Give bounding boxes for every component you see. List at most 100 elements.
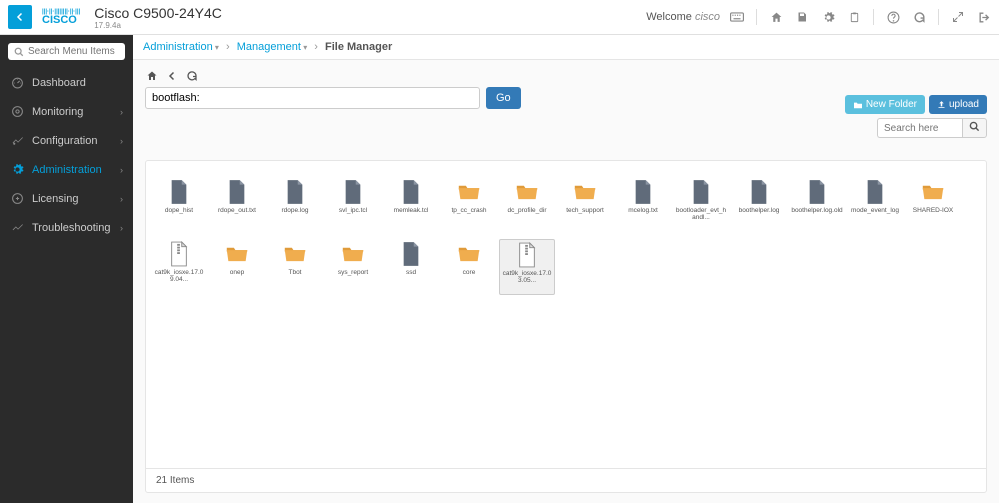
path-input[interactable] <box>145 87 480 109</box>
header-icon-bar <box>730 9 991 25</box>
sidebar-item-label: Licensing <box>32 193 78 205</box>
file-label: core <box>463 269 476 276</box>
file-label: dope_hist <box>165 207 193 214</box>
search-icon <box>969 121 980 132</box>
folder-icon <box>226 241 248 267</box>
file-label: onep <box>230 269 244 276</box>
keyboard-icon[interactable] <box>730 10 744 24</box>
folder-item[interactable]: tech_support <box>557 177 613 233</box>
upload-button[interactable]: upload <box>929 95 987 114</box>
file-item[interactable]: bootloader_evt_handl... <box>673 177 729 233</box>
file-label: memleak.tcl <box>394 207 429 214</box>
sidebar-icon <box>10 192 24 205</box>
file-label: dc_profile_dir <box>507 207 546 214</box>
document-icon <box>168 179 190 205</box>
document-icon <box>284 179 306 205</box>
sidebar-item-administration[interactable]: Administration› <box>0 155 133 184</box>
file-footer: 21 Items <box>146 468 986 492</box>
file-label: mcelog.txt <box>628 207 658 214</box>
new-folder-button[interactable]: New Folder <box>845 95 925 114</box>
folder-item[interactable]: core <box>441 239 497 295</box>
sidebar-item-configuration[interactable]: Configuration › <box>0 126 133 155</box>
help-icon[interactable] <box>886 10 900 24</box>
file-label: rdope_out.txt <box>218 207 256 214</box>
breadcrumb-administration[interactable]: Administration <box>143 41 213 53</box>
file-label: tech_support <box>566 207 604 214</box>
fm-refresh-icon[interactable] <box>185 70 199 82</box>
breadcrumb-management[interactable]: Management <box>237 41 301 53</box>
sidebar-item-label: Dashboard <box>32 77 86 89</box>
file-item[interactable]: svl_ipc.tcl <box>325 177 381 233</box>
folder-item[interactable]: tp_cc_crash <box>441 177 497 233</box>
gear-icon[interactable] <box>821 10 835 24</box>
folder-item[interactable]: onep <box>209 239 265 295</box>
sidebar-icon <box>10 163 24 176</box>
sidebar-item-label: Troubleshooting <box>32 222 110 234</box>
sidebar-search <box>0 35 133 68</box>
save-icon[interactable] <box>795 10 809 24</box>
sidebar-item-dashboard[interactable]: Dashboard <box>0 68 133 97</box>
folder-icon <box>574 179 596 205</box>
chevron-right-icon: › <box>120 194 123 204</box>
file-item[interactable]: rdope.log <box>267 177 323 233</box>
app-header: |||·||·||||||||·||·||| CISCO Cisco C9500… <box>0 0 999 35</box>
fm-home-icon[interactable] <box>145 70 159 82</box>
welcome-text: Welcome cisco <box>646 11 720 23</box>
file-item[interactable]: memleak.tcl <box>383 177 439 233</box>
file-label: mode_event_log <box>851 207 899 214</box>
file-search-input[interactable] <box>877 118 962 138</box>
folder-item[interactable]: Tbot <box>267 239 323 295</box>
file-label: cat9k_iosxe.17.03.05... <box>502 270 552 285</box>
cisco-logo: |||·||·||||||||·||·||| CISCO <box>42 9 80 26</box>
document-icon <box>400 179 422 205</box>
file-label: tp_cc_crash <box>451 207 486 214</box>
chevron-right-icon: › <box>120 107 123 117</box>
file-item[interactable]: mode_event_log <box>847 177 903 233</box>
file-manager-actions: New Folder upload <box>845 95 987 138</box>
folder-icon <box>342 241 364 267</box>
document-icon <box>400 241 422 267</box>
device-title-block: Cisco C9500-24Y4C 17.9.4a <box>94 5 222 30</box>
device-title: Cisco C9500-24Y4C <box>94 5 222 21</box>
sidebar-icon <box>10 134 24 147</box>
file-item[interactable]: mcelog.txt <box>615 177 671 233</box>
document-icon <box>690 179 712 205</box>
sidebar-item-licensing[interactable]: Licensing › <box>0 184 133 213</box>
file-label: bootloader_evt_handl... <box>675 207 727 222</box>
home-icon[interactable] <box>769 10 783 24</box>
file-panel: dope_hist rdope_out.txt rdope.log svl_ipc.t… <box>145 160 987 493</box>
chevron-right-icon: › <box>120 223 123 233</box>
file-label: boothelper.log <box>739 207 780 214</box>
sidebar-item-label: Configuration <box>32 135 97 147</box>
folder-item[interactable]: SHARED-IOX <box>905 177 961 233</box>
folder-icon <box>458 179 480 205</box>
refresh-icon[interactable] <box>912 10 926 24</box>
sidebar-icon <box>10 221 24 234</box>
fm-back-icon[interactable] <box>165 70 179 82</box>
folder-item[interactable]: dc_profile_dir <box>499 177 555 233</box>
logout-icon[interactable] <box>977 10 991 24</box>
file-item[interactable]: cat9k_iosxe.17.03.05... <box>499 239 555 295</box>
sidebar-item-monitoring[interactable]: Monitoring › <box>0 97 133 126</box>
chevron-right-icon: › <box>120 136 123 146</box>
file-item[interactable]: dope_hist <box>151 177 207 233</box>
file-label: rdope.log <box>281 207 308 214</box>
file-manager-nav <box>145 70 987 82</box>
file-item[interactable]: rdope_out.txt <box>209 177 265 233</box>
archive-icon <box>516 242 538 268</box>
file-item[interactable]: cat9k_iosxe.17.09.04... <box>151 239 207 295</box>
file-search-button[interactable] <box>962 118 987 138</box>
go-button[interactable]: Go <box>486 87 521 109</box>
sidebar-item-troubleshooting[interactable]: Troubleshooting › <box>0 213 133 242</box>
file-item[interactable]: boothelper.log <box>731 177 787 233</box>
back-button[interactable] <box>8 5 32 29</box>
file-item[interactable]: boothelper.log.old <box>789 177 845 233</box>
folder-icon <box>516 179 538 205</box>
clipboard-icon[interactable] <box>847 10 861 24</box>
folder-item[interactable]: sys_report <box>325 239 381 295</box>
file-item[interactable]: ssd <box>383 239 439 295</box>
device-version: 17.9.4a <box>94 21 222 30</box>
expand-icon[interactable] <box>951 10 965 24</box>
sidebar-item-label: Monitoring <box>32 106 83 118</box>
sidebar-search-input[interactable] <box>28 46 118 57</box>
